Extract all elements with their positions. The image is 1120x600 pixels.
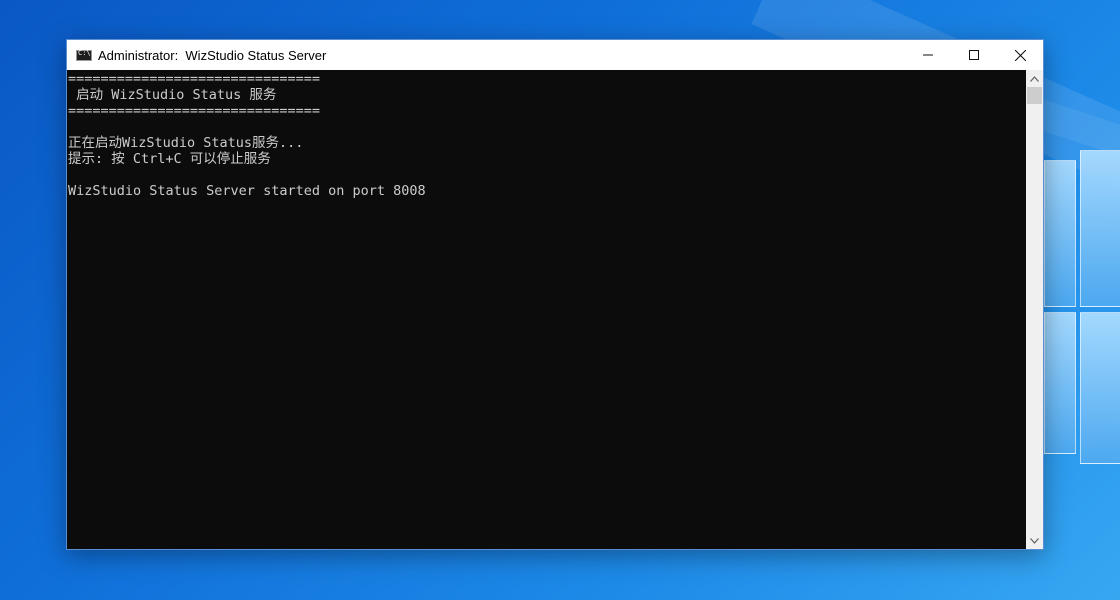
scroll-down-button[interactable] bbox=[1026, 532, 1043, 549]
chevron-up-icon bbox=[1030, 75, 1039, 82]
minimize-button[interactable] bbox=[905, 40, 951, 70]
title-bar[interactable]: Administrator: WizStudio Status Server bbox=[67, 40, 1043, 70]
scrollbar-thumb[interactable] bbox=[1027, 87, 1042, 104]
console-line: 正在启动WizStudio Status服务... bbox=[68, 135, 304, 151]
window-title: Administrator: WizStudio Status Server bbox=[98, 47, 327, 63]
maximize-button[interactable] bbox=[951, 40, 997, 70]
minimize-icon bbox=[923, 54, 933, 56]
console-output[interactable]: =============================== 启动 WizSt… bbox=[67, 70, 1027, 549]
maximize-icon bbox=[969, 50, 979, 60]
console-app-icon[interactable] bbox=[76, 49, 92, 61]
console-line: 启动 WizStudio Status 服务 bbox=[68, 87, 277, 103]
close-button[interactable] bbox=[997, 40, 1043, 70]
console-window[interactable]: Administrator: WizStudio Status Server bbox=[66, 39, 1044, 550]
chevron-down-icon bbox=[1030, 537, 1039, 544]
scroll-up-button[interactable] bbox=[1026, 70, 1043, 87]
vertical-scrollbar[interactable] bbox=[1026, 70, 1043, 549]
console-line: 提示: 按 Ctrl+C 可以停止服务 bbox=[68, 151, 271, 167]
console-line: =============================== bbox=[68, 103, 320, 119]
console-line: WizStudio Status Server started on port … bbox=[68, 183, 426, 199]
console-line: =============================== bbox=[68, 71, 320, 87]
close-icon bbox=[1014, 49, 1026, 61]
windows-logo-wallpaper bbox=[1044, 150, 1120, 470]
window-controls bbox=[905, 40, 1043, 70]
